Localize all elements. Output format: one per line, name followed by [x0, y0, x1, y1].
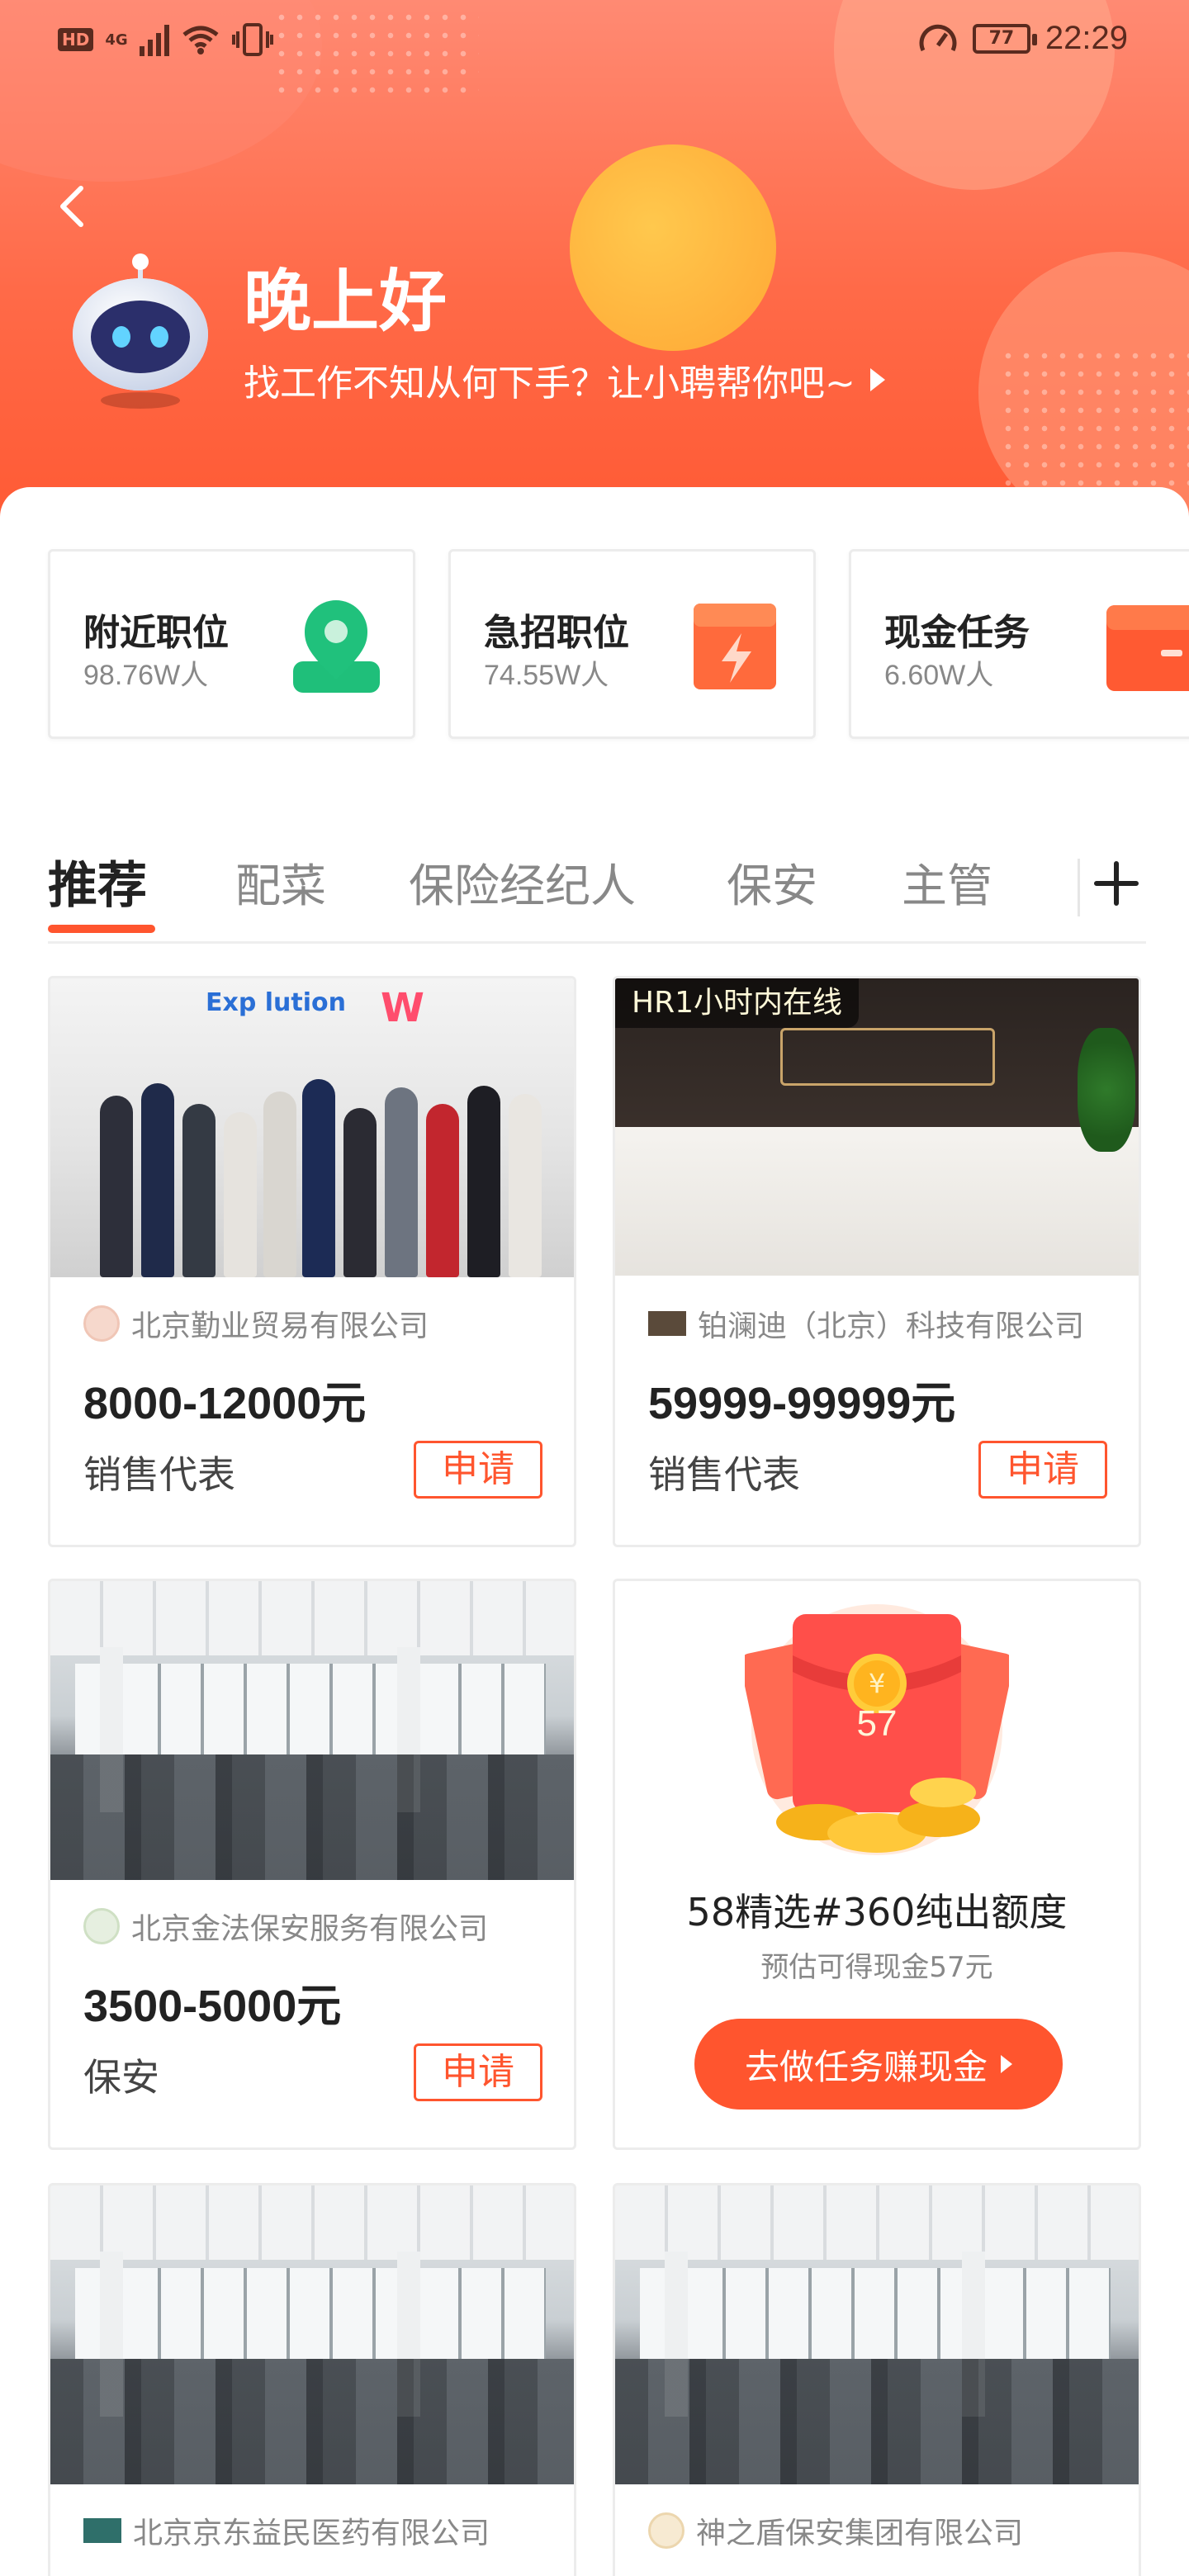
company-name-text: 神之盾保安集团有限公司	[696, 2517, 1024, 2550]
assistant-prompt[interactable]: 找工作不知从何下手？让小聘帮你吧~	[244, 353, 885, 406]
company-name-text: 铂澜迪（北京）科技有限公司	[698, 1309, 1085, 1343]
job-image	[50, 2185, 574, 2484]
divider	[1078, 859, 1080, 916]
quick-card-nearby[interactable]: 附近职位 98.76W人	[48, 549, 415, 739]
hr-online-badge: HR1小时内在线	[615, 978, 859, 1028]
header-banner: HD 4G 77 22:29 晚上好 找工作不知从何下手？让小聘帮你吧~	[0, 0, 1189, 528]
tab-side-dish[interactable]: 配菜	[235, 849, 326, 915]
brand-logo: Exp lution	[206, 988, 346, 1017]
divider	[48, 941, 1146, 944]
decor-dots	[999, 347, 1189, 495]
quick-card-title: 附近职位	[83, 612, 229, 654]
company-logo	[648, 1311, 686, 1336]
task-estimate: 预估可得现金57元	[760, 1951, 993, 1984]
company-logo	[83, 1908, 120, 1944]
quick-card-title: 急招职位	[484, 612, 629, 654]
salary: 59999-99999元	[648, 1379, 956, 1428]
apply-button[interactable]: 申请	[414, 2043, 542, 2101]
reception-desk	[615, 1127, 1139, 1276]
quick-card-urgent[interactable]: 急招职位 74.55W人	[448, 549, 816, 739]
red-packet-amount: 57	[856, 1703, 898, 1744]
robot-mascot-icon	[73, 253, 208, 409]
do-task-button[interactable]: 去做任务赚现金	[694, 2019, 1063, 2110]
quick-card-title: 现金任务	[884, 612, 1030, 654]
job-card[interactable]: 北京金法保安服务有限公司 3500-5000元 保安 申请	[48, 1579, 576, 2150]
job-card[interactable]: 北京京东益民医药有限公司	[48, 2183, 576, 2576]
salary: 3500-5000元	[83, 1982, 342, 2031]
lightning-icon	[694, 604, 776, 689]
play-arrow-icon	[1001, 2055, 1012, 2073]
company-name: 神之盾保安集团有限公司	[648, 2509, 1023, 2552]
tab-security[interactable]: 保安	[727, 849, 817, 915]
job-image	[50, 1581, 574, 1880]
battery-icon: 77	[972, 23, 1037, 54]
company-name-text: 北京勤业贸易有限公司	[131, 1309, 429, 1343]
category-tabs: 推荐 配菜 保险经纪人 保安 主管	[0, 834, 1189, 941]
apply-button[interactable]: 申请	[414, 1441, 542, 1499]
network-type: 4G	[105, 31, 128, 49]
wifi-icon	[182, 26, 219, 54]
plant	[1078, 1028, 1135, 1152]
quick-card-count: 6.60W人	[884, 660, 994, 691]
brand-logo: W	[381, 985, 424, 1031]
quick-card-count: 74.55W人	[484, 660, 609, 691]
tab-recommend[interactable]: 推荐	[48, 845, 147, 917]
company-name: 铂澜迪（北京）科技有限公司	[648, 1302, 1084, 1345]
location-pin-icon	[293, 600, 380, 693]
position-title: 销售代表	[648, 1452, 800, 1497]
salary: 8000-12000元	[83, 1379, 367, 1428]
greeting-title: 晚上好	[244, 263, 448, 341]
company-logo	[648, 2512, 685, 2549]
job-card[interactable]: HR1小时内在线 铂澜迪（北京）科技有限公司 59999-99999元 销售代表…	[613, 976, 1141, 1547]
company-name-text: 北京京东益民医药有限公司	[133, 2517, 490, 2550]
company-name: 北京勤业贸易有限公司	[83, 1302, 429, 1345]
svg-text:¥: ¥	[869, 1668, 885, 1699]
quick-card-cash[interactable]: 现金任务 6.60W人	[849, 549, 1189, 739]
company-name-text: 北京金法保安服务有限公司	[131, 1912, 489, 1946]
wallet-icon	[1106, 605, 1189, 691]
job-card[interactable]: Exp lution W 北京勤业贸易有限公司 8000-12000元 销售代表…	[48, 976, 576, 1547]
job-card[interactable]: 神之盾保安集团有限公司	[613, 2183, 1141, 2576]
hd-indicator: HD	[58, 28, 94, 51]
position-title: 销售代表	[83, 1452, 235, 1497]
wall-logo	[780, 1028, 995, 1086]
company-name: 北京金法保安服务有限公司	[83, 1905, 488, 1948]
vibrate-icon	[231, 23, 273, 56]
status-bar: HD 4G 77 22:29	[0, 0, 1189, 83]
task-title: 58精选#360纯出额度	[686, 1890, 1068, 1934]
tab-insurance-broker[interactable]: 保险经纪人	[409, 849, 636, 915]
active-tab-indicator	[48, 925, 155, 933]
position-title: 保安	[83, 2055, 159, 2100]
do-task-button-label: 去做任务赚现金	[744, 2046, 988, 2087]
speed-icon	[919, 24, 957, 51]
clock: 22:29	[1045, 20, 1128, 56]
cash-task-card[interactable]: ¥ 57 58精选#360纯出额度 预估可得现金57元 去做任务赚现金	[613, 1579, 1141, 2150]
company-logo	[83, 2518, 121, 2543]
back-arrow-icon[interactable]	[50, 182, 99, 231]
quick-card-count: 98.76W人	[83, 660, 209, 691]
tab-supervisor[interactable]: 主管	[902, 849, 992, 915]
company-logo	[83, 1305, 120, 1342]
job-image: Exp lution W	[50, 978, 574, 1277]
play-arrow-icon	[869, 368, 885, 391]
company-name: 北京京东益民医药有限公司	[83, 2509, 490, 2552]
job-image	[615, 2185, 1139, 2484]
apply-button[interactable]: 申请	[978, 1441, 1107, 1499]
signal-icon	[139, 23, 169, 56]
add-tab-icon[interactable]	[1092, 859, 1141, 908]
assistant-prompt-text: 找工作不知从何下手？让小聘帮你吧~	[244, 362, 855, 405]
decor-sun	[570, 144, 776, 351]
